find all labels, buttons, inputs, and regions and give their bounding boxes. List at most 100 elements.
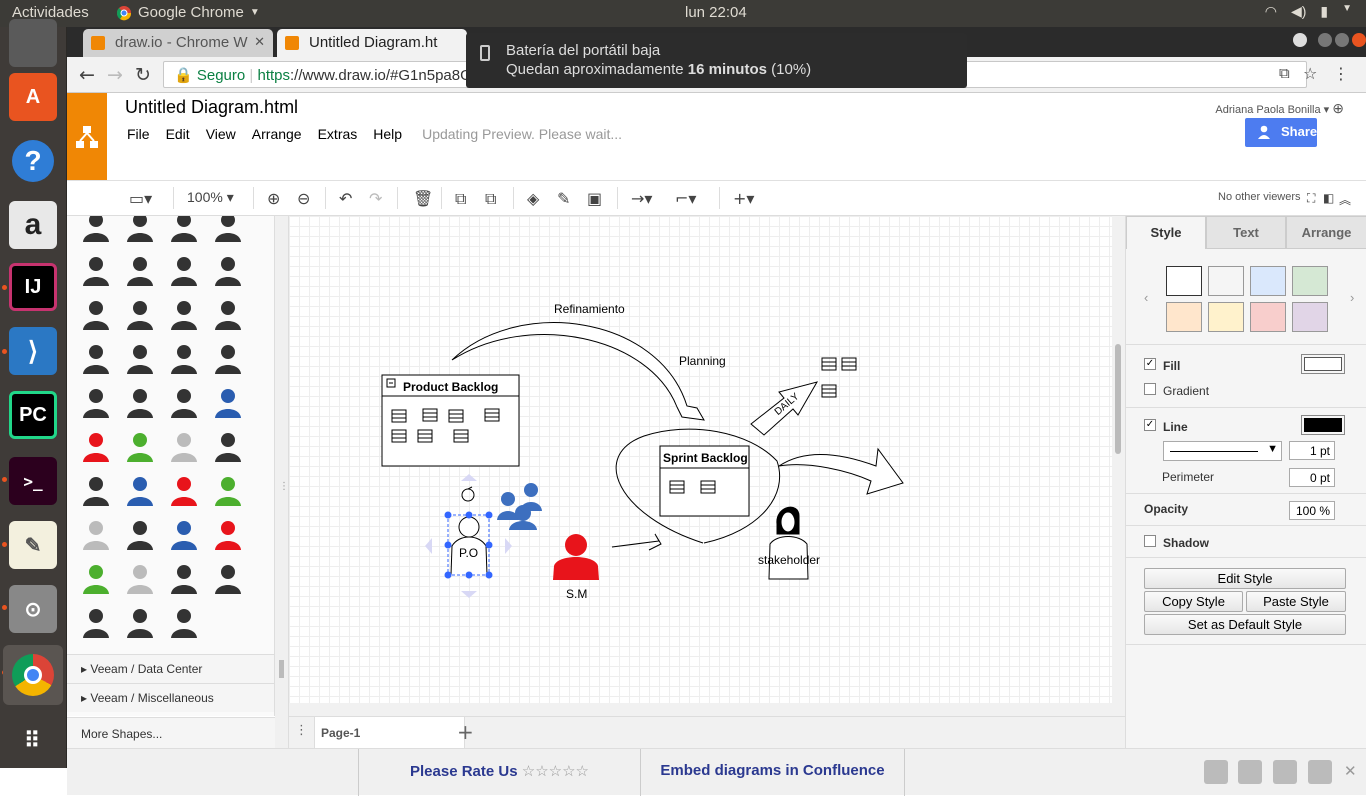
shape-person-icon[interactable]	[211, 342, 245, 376]
clock[interactable]: lun 22:04	[685, 4, 747, 21]
chevron-right-icon[interactable]: ›	[1350, 290, 1354, 305]
line-color-picker[interactable]	[1301, 415, 1345, 435]
chrome-launcher-icon[interactable]	[3, 645, 63, 705]
style-swatch[interactable]	[1250, 302, 1286, 332]
tab-page-1[interactable]: Page-1	[315, 717, 465, 749]
menu-help[interactable]: Help	[373, 126, 402, 142]
globe-icon[interactable]: ⊕	[1332, 100, 1344, 116]
library-veeam-misc[interactable]: ▸ Veeam / Miscellaneous	[67, 683, 274, 712]
help-icon[interactable]: ?	[9, 137, 57, 185]
shape-person-icon[interactable]	[79, 298, 113, 332]
shape-person-icon[interactable]	[211, 474, 245, 508]
chevron-left-icon[interactable]: ‹	[1144, 290, 1148, 305]
fill-color-icon[interactable]: ◈	[527, 189, 539, 208]
style-swatch[interactable]	[1166, 302, 1202, 332]
style-swatch[interactable]	[1250, 266, 1286, 296]
format-panel-toggle-icon[interactable]: ▭▾	[129, 189, 152, 208]
tab-style[interactable]: Style	[1126, 216, 1206, 249]
tab-arrange[interactable]: Arrange	[1286, 216, 1366, 249]
insert-icon[interactable]: +▾	[733, 189, 754, 208]
star-rating-icon[interactable]: ☆☆☆☆☆	[522, 763, 589, 780]
close-window-icon[interactable]	[1352, 33, 1366, 47]
system-tray[interactable]: ◠ ◀) ▮ ▼	[1265, 3, 1352, 20]
reload-icon[interactable]: ↻	[135, 64, 151, 86]
back-icon[interactable]: ←	[79, 64, 95, 86]
user-account[interactable]: Adriana Paola Bonilla ▾ ⊕	[1215, 100, 1344, 117]
shape-person-icon[interactable]	[123, 474, 157, 508]
shape-person-icon[interactable]	[211, 386, 245, 420]
shape-person-icon[interactable]	[167, 216, 201, 244]
panel-toggle-icon[interactable]: ◧	[1323, 191, 1334, 205]
menu-arrange[interactable]: Arrange	[252, 126, 302, 142]
edit-style-button[interactable]: Edit Style	[1144, 568, 1346, 589]
shape-person-icon[interactable]	[167, 562, 201, 596]
bookmark-star-icon[interactable]: ☆	[1303, 64, 1317, 83]
shape-person-icon[interactable]	[167, 342, 201, 376]
label-stakeholder[interactable]: stakeholder	[758, 553, 820, 567]
shape-person-icon[interactable]	[123, 518, 157, 552]
shape-person-icon[interactable]	[167, 518, 201, 552]
shape-person-icon[interactable]	[123, 342, 157, 376]
line-checkbox[interactable]: ✓	[1144, 419, 1156, 431]
shape-person-icon[interactable]	[79, 386, 113, 420]
shape-person-icon[interactable]	[167, 430, 201, 464]
twitter-icon[interactable]	[1273, 760, 1297, 784]
shape-person-icon[interactable]	[211, 216, 245, 244]
connection-icon[interactable]: →▾	[631, 189, 652, 208]
label-refinamiento[interactable]: Refinamiento	[554, 302, 625, 316]
shape-person-icon[interactable]	[79, 342, 113, 376]
shape-person-icon[interactable]	[79, 518, 113, 552]
diagram-title[interactable]: Untitled Diagram.html	[125, 97, 298, 118]
youtube-icon[interactable]	[1204, 760, 1228, 784]
shape-person-icon[interactable]	[79, 216, 113, 244]
fullscreen-icon[interactable]: ⛶	[1307, 191, 1315, 206]
rate-us-link[interactable]: Please Rate Us ☆☆☆☆☆	[358, 749, 641, 796]
translate-icon[interactable]: ⧉	[1279, 64, 1290, 82]
vscode-icon[interactable]: ⟩	[9, 327, 57, 375]
copy-style-button[interactable]: Copy Style	[1144, 591, 1243, 612]
shape-person-icon[interactable]	[79, 474, 113, 508]
text-editor-icon[interactable]: ✎	[9, 521, 57, 569]
shadow-icon[interactable]: ▣	[587, 189, 602, 208]
profile-icon[interactable]	[1293, 33, 1307, 47]
shadow-checkbox[interactable]	[1144, 535, 1156, 547]
vertical-scrollbar[interactable]	[1115, 344, 1121, 454]
line-color-icon[interactable]: ✎	[557, 189, 570, 208]
shape-person-icon[interactable]	[123, 430, 157, 464]
shape-person-icon[interactable]	[79, 606, 113, 640]
menu-file[interactable]: File	[127, 126, 150, 142]
zoom-out-icon[interactable]: ⊖	[297, 189, 310, 208]
shape-person-icon[interactable]	[167, 474, 201, 508]
shape-person-icon[interactable]	[123, 216, 157, 244]
shape-person-icon[interactable]	[167, 298, 201, 332]
add-page-icon[interactable]: +	[457, 720, 474, 744]
app-menu[interactable]: Google Chrome ▼	[116, 4, 260, 21]
pages-menu-icon[interactable]: ⋮	[289, 717, 315, 749]
zoom-select[interactable]: 100% ▾	[187, 189, 234, 206]
battery-notification[interactable]: Batería del portátil baja Quedan aproxim…	[466, 33, 967, 88]
shape-person-icon[interactable]	[123, 386, 157, 420]
label-po[interactable]: P.O	[459, 546, 478, 560]
label-planning[interactable]: Planning	[679, 354, 726, 368]
label-product-backlog[interactable]: Product Backlog	[403, 380, 498, 394]
library-veeam-data-center[interactable]: ▸ Veeam / Data Center	[67, 654, 274, 683]
shape-person-icon[interactable]	[211, 298, 245, 332]
opacity-input[interactable]: 100 %	[1289, 501, 1335, 520]
terminal-icon[interactable]: >_	[9, 457, 57, 505]
undo-icon[interactable]: ↶	[339, 189, 352, 208]
shape-person-icon[interactable]	[123, 562, 157, 596]
shape-person-icon[interactable]	[211, 518, 245, 552]
close-icon[interactable]: ✕	[1344, 762, 1357, 780]
menu-icon[interactable]: ⋮	[1333, 64, 1349, 83]
label-sm[interactable]: S.M	[566, 587, 587, 601]
more-shapes-button[interactable]: More Shapes...	[67, 717, 275, 748]
shape-person-icon[interactable]	[167, 606, 201, 640]
files-icon[interactable]	[9, 19, 57, 67]
paste-style-button[interactable]: Paste Style	[1246, 591, 1346, 612]
to-back-icon[interactable]: ⧉	[485, 189, 496, 209]
waypoints-icon[interactable]: ⌐▾	[675, 189, 696, 208]
shape-person-icon[interactable]	[211, 430, 245, 464]
disk-icon[interactable]: ⊙	[9, 585, 57, 633]
menu-view[interactable]: View	[206, 126, 236, 142]
embed-confluence-link[interactable]: Embed diagrams in Confluence	[640, 749, 905, 796]
